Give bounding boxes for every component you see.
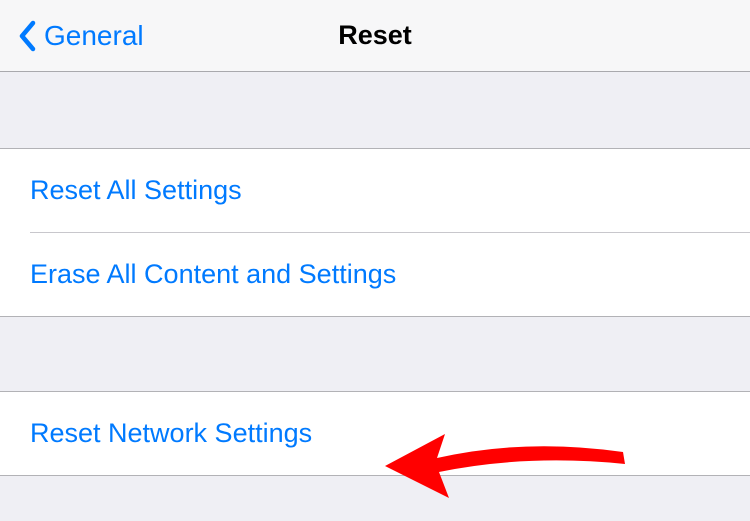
erase-all-content-item[interactable]: Erase All Content and Settings [0, 233, 750, 316]
settings-group-1: Reset All Settings Erase All Content and… [0, 148, 750, 317]
back-label: General [44, 20, 144, 52]
chevron-left-icon [18, 21, 38, 51]
section-spacer [0, 72, 750, 148]
page-title: Reset [338, 20, 412, 51]
section-spacer [0, 317, 750, 391]
settings-group-2: Reset Network Settings [0, 391, 750, 476]
reset-network-settings-item[interactable]: Reset Network Settings [0, 392, 750, 475]
back-button[interactable]: General [0, 20, 144, 52]
navigation-bar: General Reset [0, 0, 750, 72]
reset-all-settings-item[interactable]: Reset All Settings [0, 149, 750, 232]
